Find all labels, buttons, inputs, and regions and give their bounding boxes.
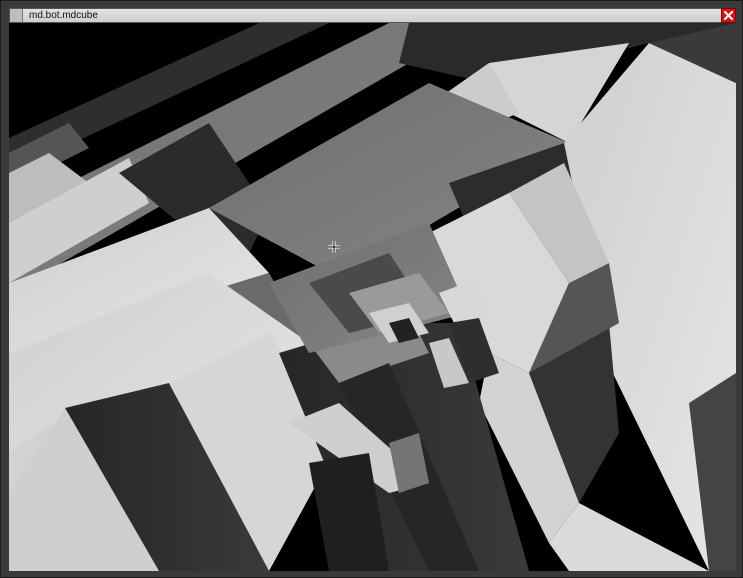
window-grip-handle[interactable]: [10, 9, 23, 22]
3d-scene: [9, 23, 736, 571]
close-button[interactable]: [721, 8, 736, 23]
app-window: md.bot.mdcube: [0, 0, 743, 578]
window-title: md.bot.mdcube: [29, 10, 98, 21]
render-viewport[interactable]: [9, 23, 736, 571]
title-bar[interactable]: md.bot.mdcube: [9, 8, 736, 23]
close-x-icon: [724, 11, 733, 20]
